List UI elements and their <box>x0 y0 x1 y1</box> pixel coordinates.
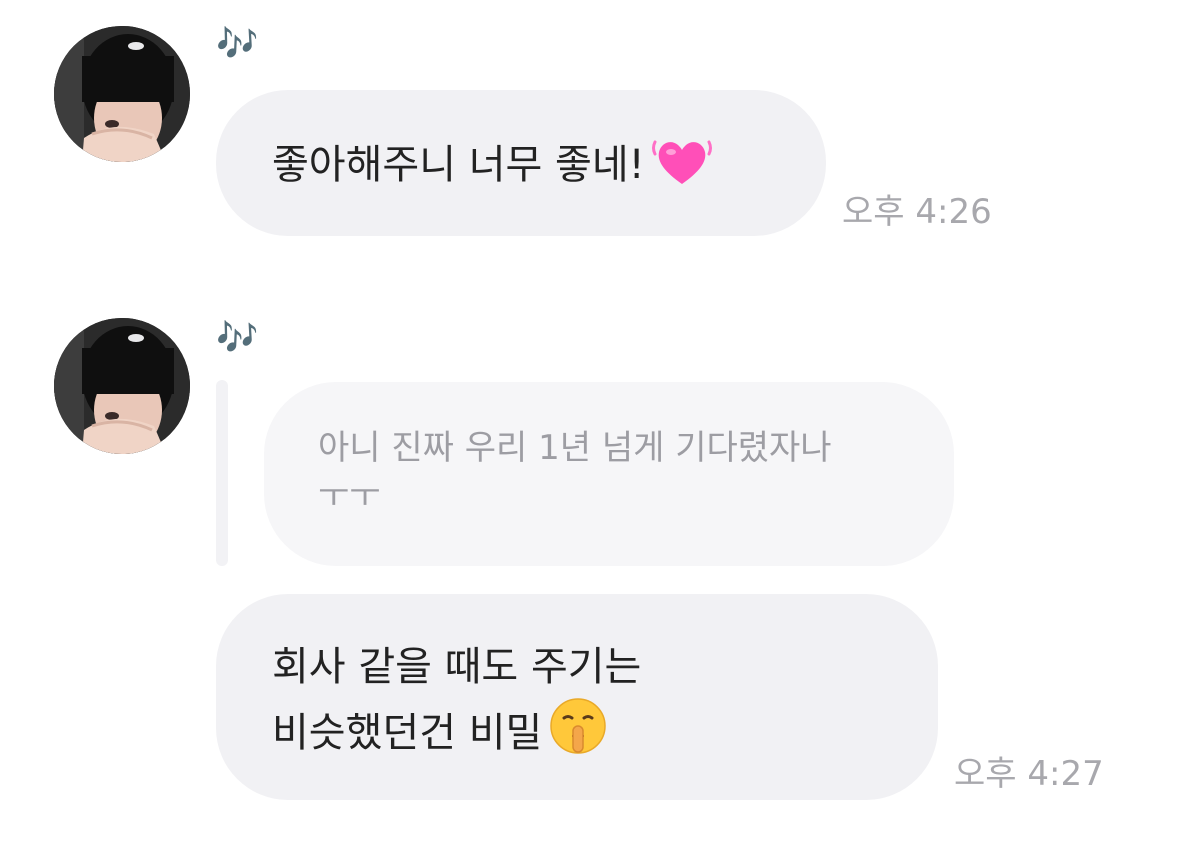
reply-indicator-bar <box>216 380 228 566</box>
quoted-reply-text: 아니 진짜 우리 1년 넘게 기다렸자나 ㅜㅜ <box>318 428 832 516</box>
quoted-reply-bubble[interactable]: 아니 진짜 우리 1년 넘게 기다렸자나 ㅜㅜ <box>264 382 954 566</box>
profile-photo <box>54 318 190 454</box>
message-bubble[interactable]: 좋아해주니 너무 좋네! <box>216 90 826 236</box>
avatar[interactable] <box>54 26 190 162</box>
pink-heart-emoji <box>651 140 712 184</box>
sender-name: 🎶 <box>216 318 259 358</box>
message-timestamp: 오후 4:27 <box>954 754 1104 794</box>
sender-name: 🎶 <box>216 24 259 64</box>
profile-photo <box>54 26 190 162</box>
avatar[interactable] <box>54 318 190 454</box>
shushing-face-emoji <box>550 698 607 754</box>
message-timestamp: 오후 4:26 <box>842 192 992 232</box>
message-bubble[interactable]: 회사 같을 때도 주기는 비슷했던건 비밀 <box>216 594 938 800</box>
message-text: 좋아해주니 너무 좋네! <box>272 142 645 188</box>
